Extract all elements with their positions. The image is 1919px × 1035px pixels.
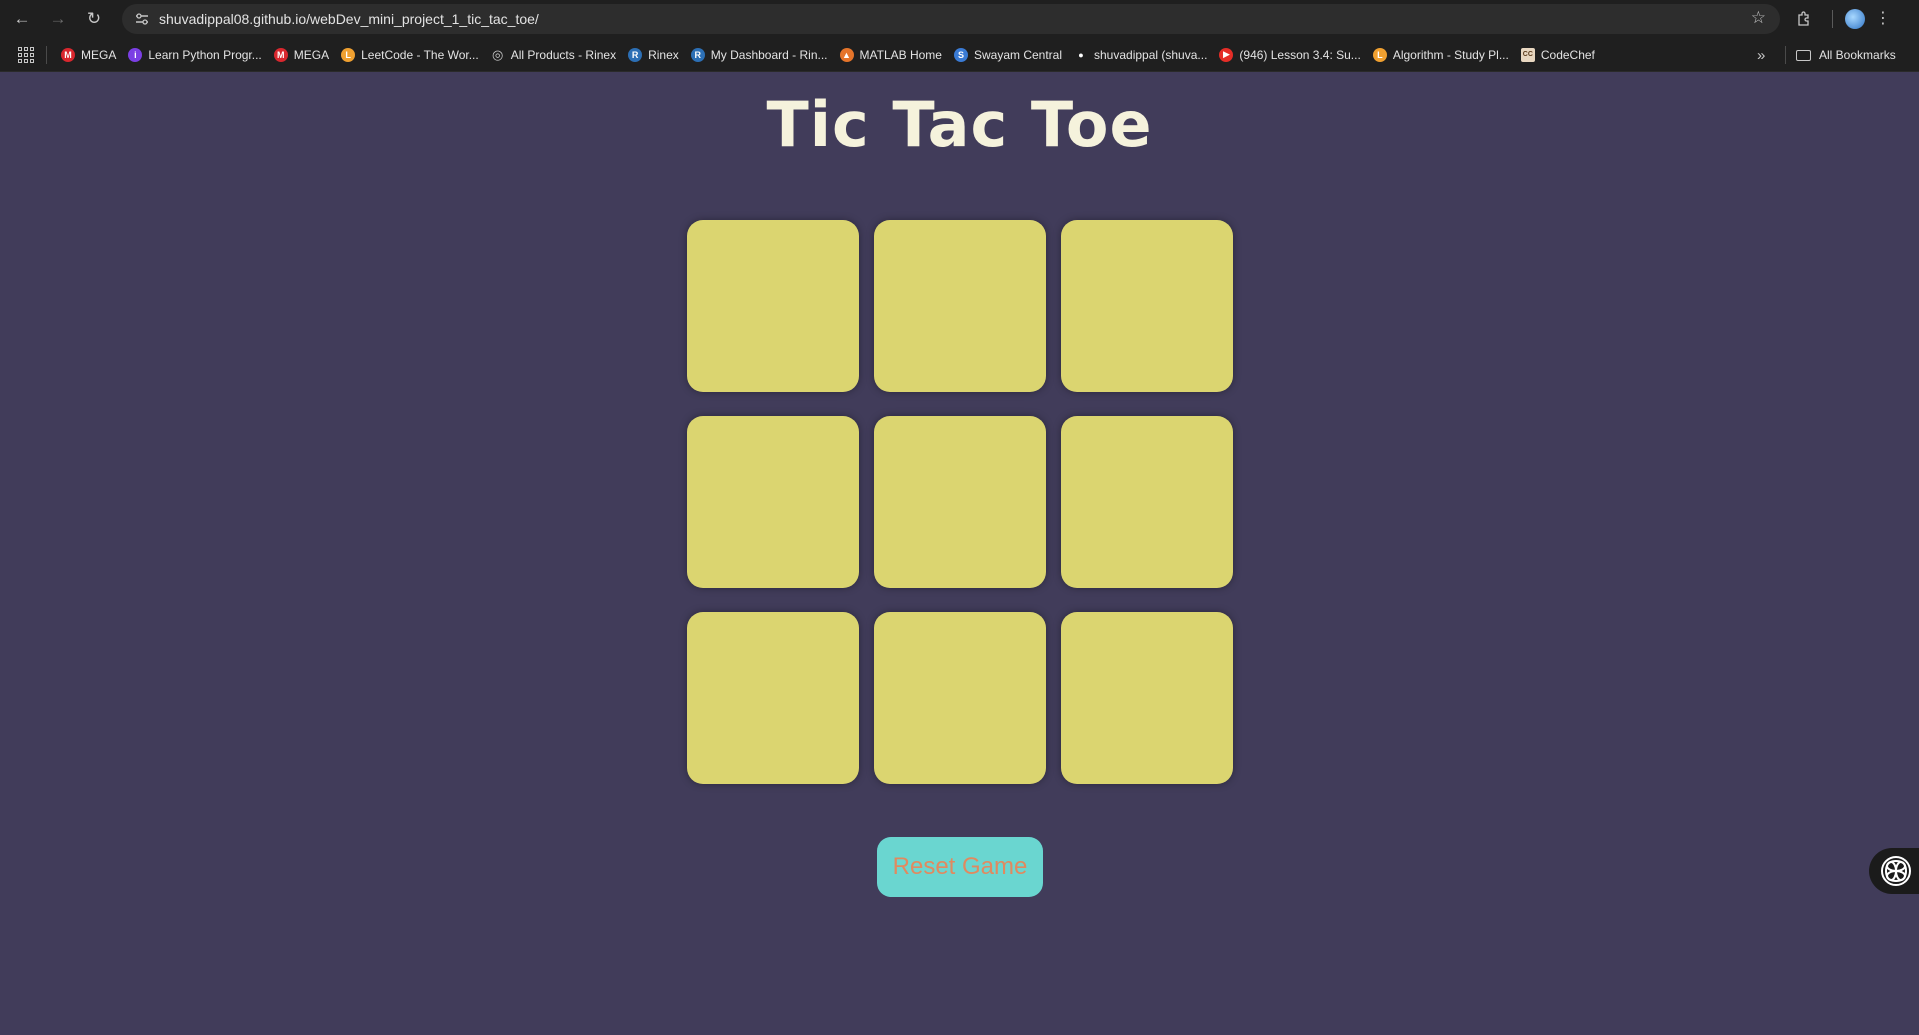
bookmark-item[interactable]: S Swayam Central	[950, 42, 1070, 68]
back-icon[interactable]: ←	[8, 5, 36, 33]
board-cell[interactable]	[874, 612, 1046, 784]
browser-toolbar: ← → ↻ shuvadippal08.github.io/webDev_min…	[0, 0, 1919, 38]
address-bar[interactable]: shuvadippal08.github.io/webDev_mini_proj…	[122, 4, 1780, 34]
bookmark-item[interactable]: CC CodeChef	[1517, 42, 1603, 68]
url-host: shuvadippal08.github.io	[159, 11, 307, 27]
menu-kebab-icon[interactable]: ⋮	[1875, 11, 1891, 27]
assistant-button[interactable]	[1869, 848, 1919, 894]
apps-grid-icon[interactable]	[18, 46, 34, 63]
board-cell[interactable]	[687, 416, 859, 588]
toolbar-divider	[1832, 10, 1833, 28]
bookmark-item[interactable]: R Rinex	[624, 42, 687, 68]
reload-icon[interactable]: ↻	[80, 5, 108, 33]
more-bookmarks-icon[interactable]: »	[1757, 38, 1765, 72]
all-bookmarks-label: All Bookmarks	[1819, 48, 1896, 62]
leetcode-icon: L	[1372, 47, 1387, 62]
bookmarks-divider	[46, 45, 47, 64]
profile-avatar[interactable]	[1845, 9, 1865, 29]
bookmark-list: M MEGA i Learn Python Progr... M MEGA L LeetCod…	[57, 42, 1603, 68]
page-title: Tic Tac Toe	[766, 88, 1153, 161]
url-path: /webDev_mini_project_1_tic_tac_toe/	[306, 11, 539, 27]
forward-icon[interactable]: →	[44, 5, 72, 33]
bookmark-item[interactable]: i Learn Python Progr...	[124, 42, 269, 68]
assistant-knot-icon	[1881, 856, 1911, 886]
board-cell[interactable]	[1061, 220, 1233, 392]
bookmark-label: MEGA	[81, 47, 117, 62]
bookmark-label: MEGA	[293, 47, 330, 62]
bookmark-label: CodeChef	[1540, 47, 1595, 62]
bookmark-label: Swayam Central	[973, 47, 1062, 62]
bookmark-item[interactable]: ▲ MATLAB Home	[836, 42, 950, 68]
bookmark-label: Algorithm - Study Pl...	[1392, 47, 1509, 62]
bookmark-item[interactable]: ◎ All Products - Rinex	[487, 42, 624, 68]
youtube-icon: ▶	[1219, 47, 1234, 62]
bookmark-item[interactable]: L Algorithm - Study Pl...	[1369, 42, 1517, 68]
mega-icon: M	[273, 47, 288, 62]
bookmark-label: MATLAB Home	[859, 47, 942, 62]
bookmark-item[interactable]: M MEGA	[57, 42, 124, 68]
folder-icon	[1796, 49, 1811, 61]
bookmark-item[interactable]: ▶ (946) Lesson 3.4: Su...	[1215, 42, 1368, 68]
board-cell[interactable]	[687, 612, 859, 784]
bookmarks-bar: M MEGA i Learn Python Progr... M MEGA L LeetCod…	[0, 38, 1919, 72]
bookmark-label: My Dashboard - Rin...	[710, 47, 828, 62]
leetcode-icon: L	[341, 47, 356, 62]
board-cell[interactable]	[874, 416, 1046, 588]
swayam-icon: S	[953, 47, 968, 62]
globe-icon: ◎	[492, 46, 504, 62]
bookmark-label: Learn Python Progr...	[148, 47, 262, 62]
bookmark-item[interactable]: M MEGA	[270, 42, 337, 68]
matlab-icon: ▲	[839, 47, 854, 62]
board-cell[interactable]	[1061, 416, 1233, 588]
board-cell[interactable]	[687, 220, 859, 392]
board-cell[interactable]	[874, 220, 1046, 392]
board-cell[interactable]	[1061, 612, 1233, 784]
python-course-icon: i	[128, 47, 143, 62]
github-icon: ●	[1078, 49, 1084, 60]
extensions-icon[interactable]	[1790, 5, 1818, 33]
bookmark-label: Rinex	[648, 47, 679, 62]
rinex-icon: R	[628, 47, 643, 62]
game-board	[687, 220, 1233, 784]
all-bookmarks-button[interactable]: All Bookmarks	[1796, 38, 1896, 72]
bookmark-label: shuvadippal (shuva...	[1094, 47, 1208, 62]
bookmarks-divider	[1785, 46, 1786, 64]
url-text[interactable]: shuvadippal08.github.io/webDev_mini_proj…	[159, 11, 539, 27]
bookmark-label: LeetCode - The Wor...	[361, 47, 479, 62]
page-content: Tic Tac Toe Reset Game	[0, 72, 1919, 1035]
bookmark-label: All Products - Rinex	[510, 47, 617, 62]
mega-icon: M	[61, 47, 75, 62]
bookmark-item[interactable]: ● shuvadippal (shuva...	[1070, 42, 1215, 68]
bookmark-item[interactable]: R My Dashboard - Rin...	[687, 42, 836, 68]
codechef-icon: CC	[1520, 47, 1535, 62]
reset-game-button[interactable]: Reset Game	[877, 837, 1043, 897]
bookmark-item[interactable]: L LeetCode - The Wor...	[337, 42, 487, 68]
site-info-icon[interactable]	[131, 8, 153, 30]
rinex-icon: R	[690, 47, 705, 62]
bookmark-label: (946) Lesson 3.4: Su...	[1239, 47, 1361, 62]
bookmark-star-icon[interactable]: ☆	[1751, 8, 1766, 28]
